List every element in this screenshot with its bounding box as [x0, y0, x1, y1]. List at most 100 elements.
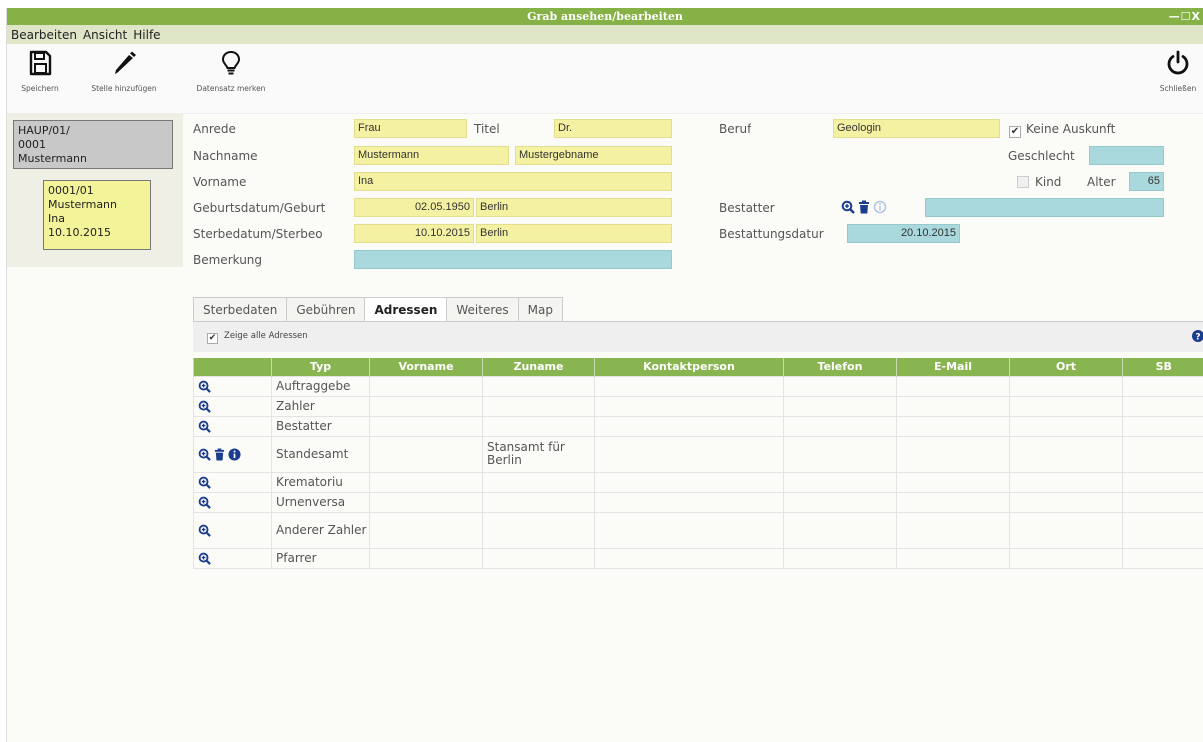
table-row[interactable]: Urnenversa: [193, 491, 1203, 513]
vorname-field[interactable]: Ina: [354, 172, 672, 191]
column-header[interactable]: E-Mail: [896, 358, 1010, 376]
window-controls[interactable]: —☐X: [1169, 8, 1203, 25]
column-header[interactable]: Vorname: [369, 358, 483, 376]
anrede-field[interactable]: Frau: [354, 119, 467, 138]
tab-sterbedaten[interactable]: Sterbedaten: [193, 297, 288, 322]
cell-vorname[interactable]: [369, 415, 483, 437]
column-header[interactable]: Typ: [271, 358, 370, 376]
nachname-field[interactable]: Mustermann: [354, 146, 509, 165]
beruf-field[interactable]: Geologin: [833, 119, 1000, 138]
search-icon[interactable]: [198, 400, 211, 413]
menu-hilfe[interactable]: Hilfe: [133, 28, 160, 42]
cell-ort[interactable]: [1009, 471, 1123, 493]
cell-zuname[interactable]: [482, 547, 595, 569]
geburtsdatum-field[interactable]: 02.05.1950: [354, 198, 474, 217]
geburtsname-field[interactable]: Mustergebname: [515, 146, 672, 165]
cell-ort[interactable]: [1009, 435, 1123, 473]
cell-vorname[interactable]: [369, 395, 483, 417]
column-header[interactable]: Zuname: [482, 358, 595, 376]
cell-ort[interactable]: [1009, 395, 1123, 417]
alter-field[interactable]: 65: [1129, 172, 1164, 191]
cell-email[interactable]: [896, 395, 1010, 417]
cell-kontaktperson[interactable]: [594, 547, 784, 569]
help-icon[interactable]: ?: [1192, 330, 1203, 342]
tab-gebuehren[interactable]: Gebühren: [286, 297, 366, 322]
cell-zuname[interactable]: [482, 415, 595, 437]
trash-icon[interactable]: [214, 448, 225, 461]
add-place-button[interactable]: Stelle hinzufügen: [77, 50, 171, 93]
tab-weiteres[interactable]: Weiteres: [446, 297, 519, 322]
search-icon[interactable]: [198, 448, 211, 461]
table-row[interactable]: Standesamt Stansamt für Berlin: [193, 435, 1203, 473]
cell-typ[interactable]: Bestatter: [271, 415, 370, 437]
table-row[interactable]: Anderer Zahler: [193, 511, 1203, 549]
cell-zuname[interactable]: [482, 491, 595, 513]
column-header[interactable]: Telefon: [783, 358, 897, 376]
cell-sb[interactable]: [1122, 395, 1203, 417]
cell-typ[interactable]: Urnenversa: [271, 491, 370, 513]
table-row[interactable]: Bestatter: [193, 415, 1203, 437]
table-row[interactable]: Krematoriu: [193, 471, 1203, 493]
cell-vorname[interactable]: [369, 511, 483, 549]
cell-email[interactable]: [896, 435, 1010, 473]
cell-kontaktperson[interactable]: [594, 511, 784, 549]
cell-vorname[interactable]: [369, 435, 483, 473]
cell-sb[interactable]: [1122, 547, 1203, 569]
cell-sb[interactable]: [1122, 491, 1203, 513]
mark-record-button[interactable]: Datensatz merken: [183, 50, 279, 93]
cell-email[interactable]: [896, 415, 1010, 437]
cell-email[interactable]: [896, 511, 1010, 549]
search-icon[interactable]: [198, 380, 211, 393]
cell-telefon[interactable]: [783, 547, 897, 569]
search-icon[interactable]: [841, 200, 855, 214]
info-icon[interactable]: [228, 447, 241, 461]
cell-telefon[interactable]: [783, 415, 897, 437]
cell-email[interactable]: [896, 491, 1010, 513]
tab-map[interactable]: Map: [517, 297, 563, 322]
menu-bearbeiten[interactable]: Bearbeiten: [11, 28, 77, 42]
close-button[interactable]: Schließen: [1153, 50, 1203, 93]
cell-telefon[interactable]: [783, 375, 897, 397]
cell-vorname[interactable]: [369, 375, 483, 397]
search-icon[interactable]: [198, 476, 211, 489]
cell-email[interactable]: [896, 375, 1010, 397]
bestatter-field[interactable]: [925, 198, 1164, 217]
cell-telefon[interactable]: [783, 471, 897, 493]
cell-ort[interactable]: [1009, 375, 1123, 397]
sterbedatum-field[interactable]: 10.10.2015: [354, 224, 474, 243]
cell-email[interactable]: [896, 471, 1010, 493]
cell-vorname[interactable]: [369, 471, 483, 493]
search-icon[interactable]: [198, 496, 211, 509]
keine-auskunft-checkbox[interactable]: ✔ Keine Auskunft: [1009, 122, 1115, 138]
cell-zuname[interactable]: [482, 511, 595, 549]
bestattungsdatum-field[interactable]: 20.10.2015: [847, 224, 960, 243]
geschlecht-field[interactable]: [1089, 146, 1164, 165]
cell-ort[interactable]: [1009, 511, 1123, 549]
cell-typ[interactable]: Auftraggebe: [271, 375, 370, 397]
cell-kontaktperson[interactable]: [594, 471, 784, 493]
tree-node-grave[interactable]: HAUP/01/ 0001 Mustermann: [13, 120, 173, 169]
table-row[interactable]: Pfarrer: [193, 547, 1203, 569]
cell-sb[interactable]: [1122, 415, 1203, 437]
cell-kontaktperson[interactable]: [594, 375, 784, 397]
cell-telefon[interactable]: [783, 395, 897, 417]
cell-ort[interactable]: [1009, 547, 1123, 569]
cell-vorname[interactable]: [369, 491, 483, 513]
cell-zuname[interactable]: [482, 375, 595, 397]
cell-zuname[interactable]: [482, 471, 595, 493]
kind-checkbox[interactable]: Kind: [1017, 175, 1061, 189]
cell-telefon[interactable]: [783, 491, 897, 513]
cell-typ[interactable]: Anderer Zahler: [271, 511, 370, 549]
cell-ort[interactable]: [1009, 415, 1123, 437]
cell-ort[interactable]: [1009, 491, 1123, 513]
save-button[interactable]: Speichern: [11, 50, 69, 93]
table-row[interactable]: Auftraggebe: [193, 375, 1203, 397]
cell-kontaktperson[interactable]: [594, 395, 784, 417]
trash-icon[interactable]: [858, 200, 870, 214]
zeige-alle-checkbox[interactable]: ✔ Zeige alle Adressen: [207, 331, 308, 344]
cell-sb[interactable]: [1122, 375, 1203, 397]
cell-kontaktperson[interactable]: [594, 491, 784, 513]
cell-sb[interactable]: [1122, 511, 1203, 549]
column-header[interactable]: Kontaktperson: [594, 358, 784, 376]
column-header[interactable]: Ort: [1009, 358, 1123, 376]
